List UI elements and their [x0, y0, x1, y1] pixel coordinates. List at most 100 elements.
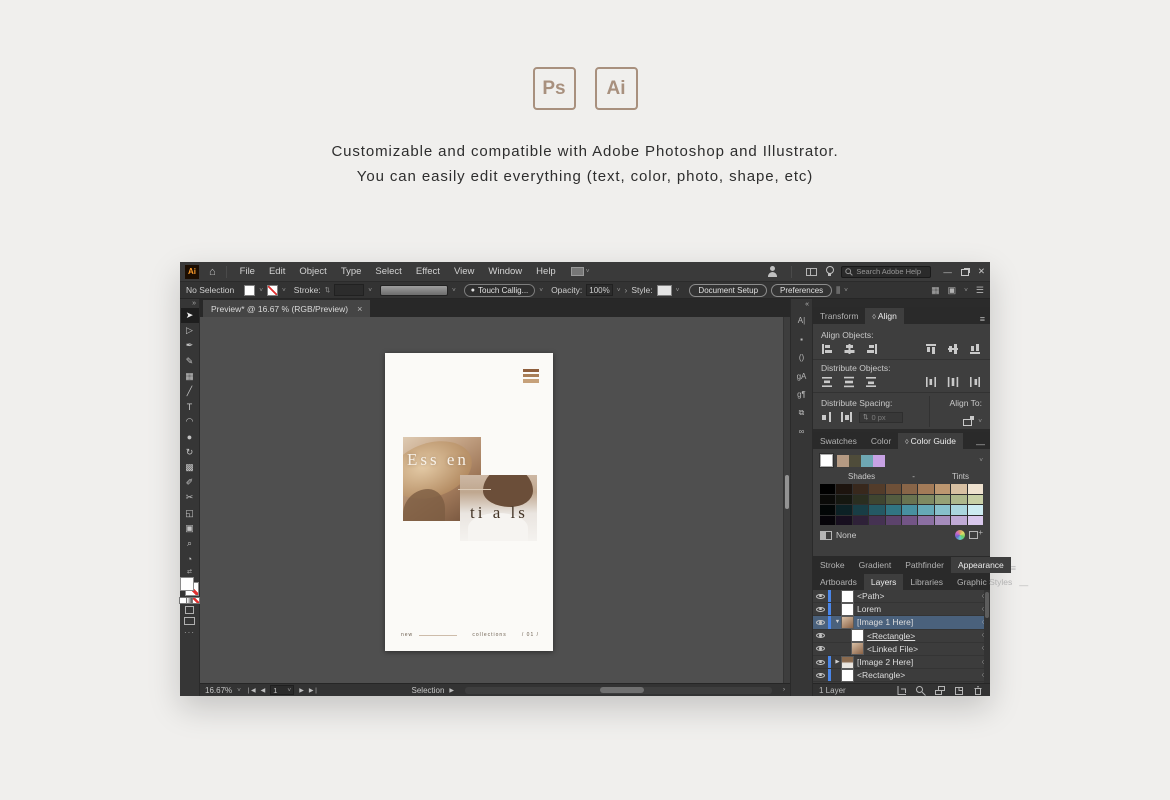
align-to-caret-icon[interactable]: ˅ — [978, 418, 982, 425]
horizontal-scroll-thumb[interactable] — [600, 687, 645, 693]
layer-name[interactable]: <Path> — [857, 591, 982, 601]
layer-row-3[interactable]: <Rectangle>○ — [813, 630, 990, 643]
align-glyphs-icon[interactable]: ⫼ — [836, 285, 840, 296]
dock-caret-icon[interactable]: ˅ — [964, 287, 968, 294]
touch-calligraphy-button[interactable]: ● Touch Callig... — [463, 283, 536, 297]
next-artboard-icon[interactable]: ▶ — [299, 687, 304, 694]
layer-name[interactable]: <Rectangle> — [857, 670, 982, 680]
variation-swatch-2-8[interactable] — [951, 505, 967, 515]
color-mode-icon[interactable] — [180, 598, 186, 604]
zoom-tool[interactable]: ⌕ — [181, 536, 199, 551]
tab-color-guide[interactable]: ◊ Color Guide — [898, 433, 963, 449]
delete-selection-icon[interactable] — [972, 685, 984, 696]
draw-mode-icon[interactable] — [185, 606, 194, 615]
layer-row-5[interactable]: ▶[Image 2 Here]○ — [813, 655, 990, 670]
visibility-toggle[interactable] — [813, 644, 828, 653]
arrange-documents-icon[interactable] — [806, 267, 818, 276]
last-artboard-icon[interactable]: ▶❘ — [309, 687, 319, 694]
scroll-right-icon[interactable]: › — [783, 687, 785, 693]
artboard-tool[interactable]: ▣ — [181, 521, 199, 536]
stroke-stepper-icon[interactable]: ⇅ — [325, 286, 330, 294]
align-top-icon[interactable] — [925, 343, 938, 355]
first-artboard-icon[interactable]: ❘◀ — [246, 687, 256, 694]
preferences-button[interactable]: Preferences — [771, 283, 833, 297]
dock-panel-icon[interactable]: ▣ — [948, 285, 957, 296]
variation-swatch-1-0[interactable] — [820, 494, 836, 504]
new-layer-icon[interactable] — [953, 685, 965, 696]
variation-swatch-0-9[interactable] — [967, 484, 983, 494]
status-expand-icon[interactable]: ▶ — [449, 687, 454, 694]
none-mode-icon[interactable] — [193, 598, 199, 604]
paintbrush-tool[interactable]: ◠ — [181, 414, 199, 429]
edit-toolbar-icon[interactable]: ··· — [184, 628, 195, 637]
variable-width-caret-icon[interactable]: ˅ — [539, 287, 543, 294]
document-setup-button[interactable]: Document Setup — [689, 283, 768, 297]
character-panel-icon[interactable]: A| — [798, 315, 805, 327]
layer-row-6[interactable]: <Rectangle>○ — [813, 669, 990, 683]
help-search-input[interactable]: Search Adobe Help — [841, 265, 932, 278]
variation-swatch-2-9[interactable] — [967, 505, 983, 515]
brush-caret-icon[interactable]: ˅ — [452, 287, 456, 294]
visibility-toggle[interactable] — [813, 618, 828, 627]
variation-swatch-1-9[interactable] — [967, 494, 983, 504]
menu-item-window[interactable]: Window — [481, 266, 529, 277]
zoom-caret-icon[interactable]: ˅ — [237, 687, 241, 694]
glyphs-panel-icon[interactable]: gA — [797, 370, 807, 382]
distribute-bottom-icon[interactable] — [865, 376, 878, 388]
menu-item-select[interactable]: Select — [368, 266, 408, 277]
stroke-color-swatch[interactable] — [267, 284, 278, 296]
stroke-caret-icon[interactable]: ˅ — [282, 287, 286, 294]
distribute-left-icon[interactable] — [925, 376, 938, 388]
visibility-toggle[interactable] — [813, 658, 828, 667]
make-clipping-mask-icon[interactable] — [896, 685, 908, 696]
layer-thumbnail[interactable] — [842, 656, 853, 668]
variation-swatch-2-7[interactable] — [934, 505, 951, 515]
harmony-color-0[interactable] — [837, 454, 849, 467]
artboard[interactable]: Ess en ti a ls new collections / 01 / — [385, 353, 553, 651]
base-color-swatch[interactable] — [820, 454, 833, 467]
stroke-weight-field[interactable] — [334, 284, 365, 296]
style-swatch[interactable] — [656, 284, 672, 296]
align-h-center-icon[interactable] — [843, 343, 856, 355]
canvas[interactable]: Ess en ti a ls new collections / 01 / — [200, 317, 790, 683]
vertical-scrollbar[interactable] — [783, 317, 790, 683]
variation-swatch-1-3[interactable] — [869, 494, 885, 504]
layer-row-2[interactable]: ▼[Image 1 Here]○ — [813, 616, 990, 630]
panel-menu-icon[interactable]: ☰ — [976, 285, 984, 296]
align-left-icon[interactable] — [821, 343, 834, 355]
align-panel-menu-icon[interactable]: ≡ — [980, 314, 985, 324]
harmony-color-2[interactable] — [861, 454, 873, 467]
variation-swatch-3-9[interactable] — [967, 515, 983, 525]
variation-swatch-3-8[interactable] — [951, 515, 967, 525]
tab-libraries[interactable]: Libraries — [903, 574, 950, 590]
color-guide-minimize-icon[interactable]: — — [976, 439, 985, 449]
variation-swatch-0-2[interactable] — [852, 484, 869, 494]
variation-swatch-1-7[interactable] — [934, 494, 951, 504]
selection-tool[interactable]: ➤ — [180, 308, 199, 324]
layer-name[interactable]: [Image 2 Here] — [857, 657, 982, 667]
tab-swatches[interactable]: Swatches — [813, 433, 864, 449]
variation-swatch-0-5[interactable] — [901, 484, 918, 494]
spacing-value-field[interactable]: ⇅ 0 px — [859, 411, 903, 423]
menu-item-object[interactable]: Object — [292, 266, 333, 277]
tab-layers[interactable]: Layers — [863, 574, 904, 590]
paragraph-panel-icon[interactable]: g¶ — [797, 389, 806, 401]
share-account-icon[interactable] — [767, 266, 777, 277]
eyedropper-tool[interactable]: ✐ — [181, 475, 199, 490]
visibility-toggle[interactable] — [813, 671, 828, 680]
rotate-tool[interactable]: ↻ — [181, 445, 199, 460]
variation-swatch-3-6[interactable] — [918, 515, 934, 525]
export-panel-icon[interactable]: ⧉ — [799, 407, 805, 419]
menu-item-help[interactable]: Help — [529, 266, 563, 277]
expander-icon[interactable]: ▶ — [833, 659, 842, 665]
restore-button[interactable] — [960, 269, 969, 276]
layer-thumbnail[interactable] — [842, 616, 853, 628]
menu-item-effect[interactable]: Effect — [409, 266, 447, 277]
variation-swatch-2-6[interactable] — [918, 505, 934, 515]
variation-swatch-1-4[interactable] — [885, 494, 901, 504]
chevron-separator-icon[interactable]: › — [625, 285, 628, 295]
harmony-color-1[interactable] — [849, 454, 861, 467]
layer-thumbnail[interactable] — [852, 630, 863, 642]
rectangle-tool[interactable]: ▦ — [181, 369, 199, 384]
harmony-rules-caret-icon[interactable]: ˅ — [979, 457, 983, 464]
